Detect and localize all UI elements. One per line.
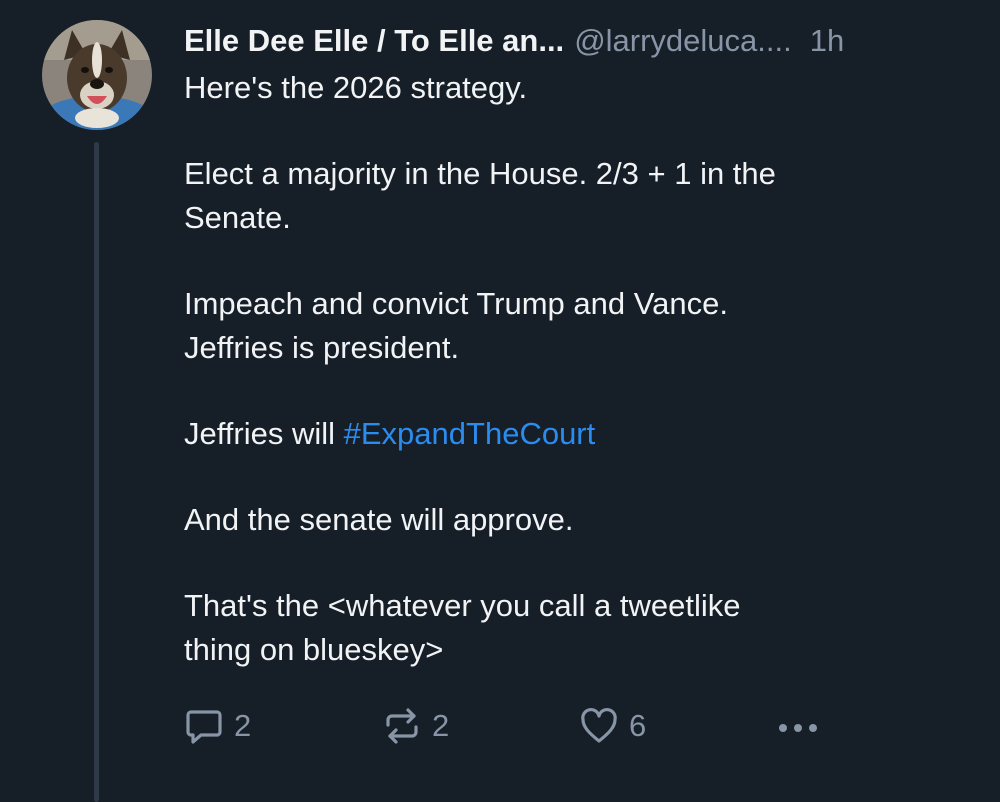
post-body: Here's the 2026 strategy. Elect a majori… (184, 66, 974, 672)
reply-count: 2 (234, 708, 252, 743)
post-text-line: Impeach and convict Trump and Vance. (184, 286, 728, 321)
author-name[interactable]: Elle Dee Elle / To Elle an... (184, 18, 564, 64)
post-content: Elle Dee Elle / To Elle an... @larrydelu… (184, 18, 974, 672)
post-header: Elle Dee Elle / To Elle an... @larrydelu… (184, 18, 974, 64)
reply-button[interactable]: 2 (184, 700, 251, 752)
ellipsis-icon (779, 724, 817, 732)
hashtag-link[interactable]: #ExpandTheCourt (344, 416, 596, 451)
like-button[interactable]: 6 (579, 700, 646, 752)
post-actions: 2 2 6 (184, 700, 844, 752)
post[interactable]: Elle Dee Elle / To Elle an... @larrydelu… (0, 0, 1000, 802)
post-text-line: Jeffries is president. (184, 330, 460, 365)
post-text-line: That's the <whatever you call a tweetlik… (184, 588, 741, 623)
avatar[interactable] (42, 20, 152, 130)
author-handle[interactable]: @larrydeluca.... (574, 18, 792, 64)
post-text-line: thing on blueskey> (184, 632, 444, 667)
post-text-line: Senate. (184, 200, 291, 235)
dog-avatar-image (42, 20, 152, 130)
like-count: 6 (629, 708, 647, 743)
repost-arrows-icon (386, 708, 418, 744)
post-text-line: Here's the 2026 strategy. (184, 70, 528, 105)
thread-line (94, 142, 99, 802)
heart-icon (581, 707, 617, 743)
post-text-line: Jeffries will #ExpandTheCourt (184, 412, 974, 456)
post-text-prefix: Jeffries will (184, 416, 344, 451)
post-text-line: Elect a majority in the House. 2/3 + 1 i… (184, 156, 776, 191)
speech-bubble-icon (186, 710, 222, 744)
post-timestamp[interactable]: 1h (810, 18, 844, 64)
repost-count: 2 (432, 708, 450, 743)
post-text-line: And the senate will approve. (184, 502, 574, 537)
more-options-button[interactable] (774, 700, 822, 752)
repost-button[interactable]: 2 (382, 700, 449, 752)
